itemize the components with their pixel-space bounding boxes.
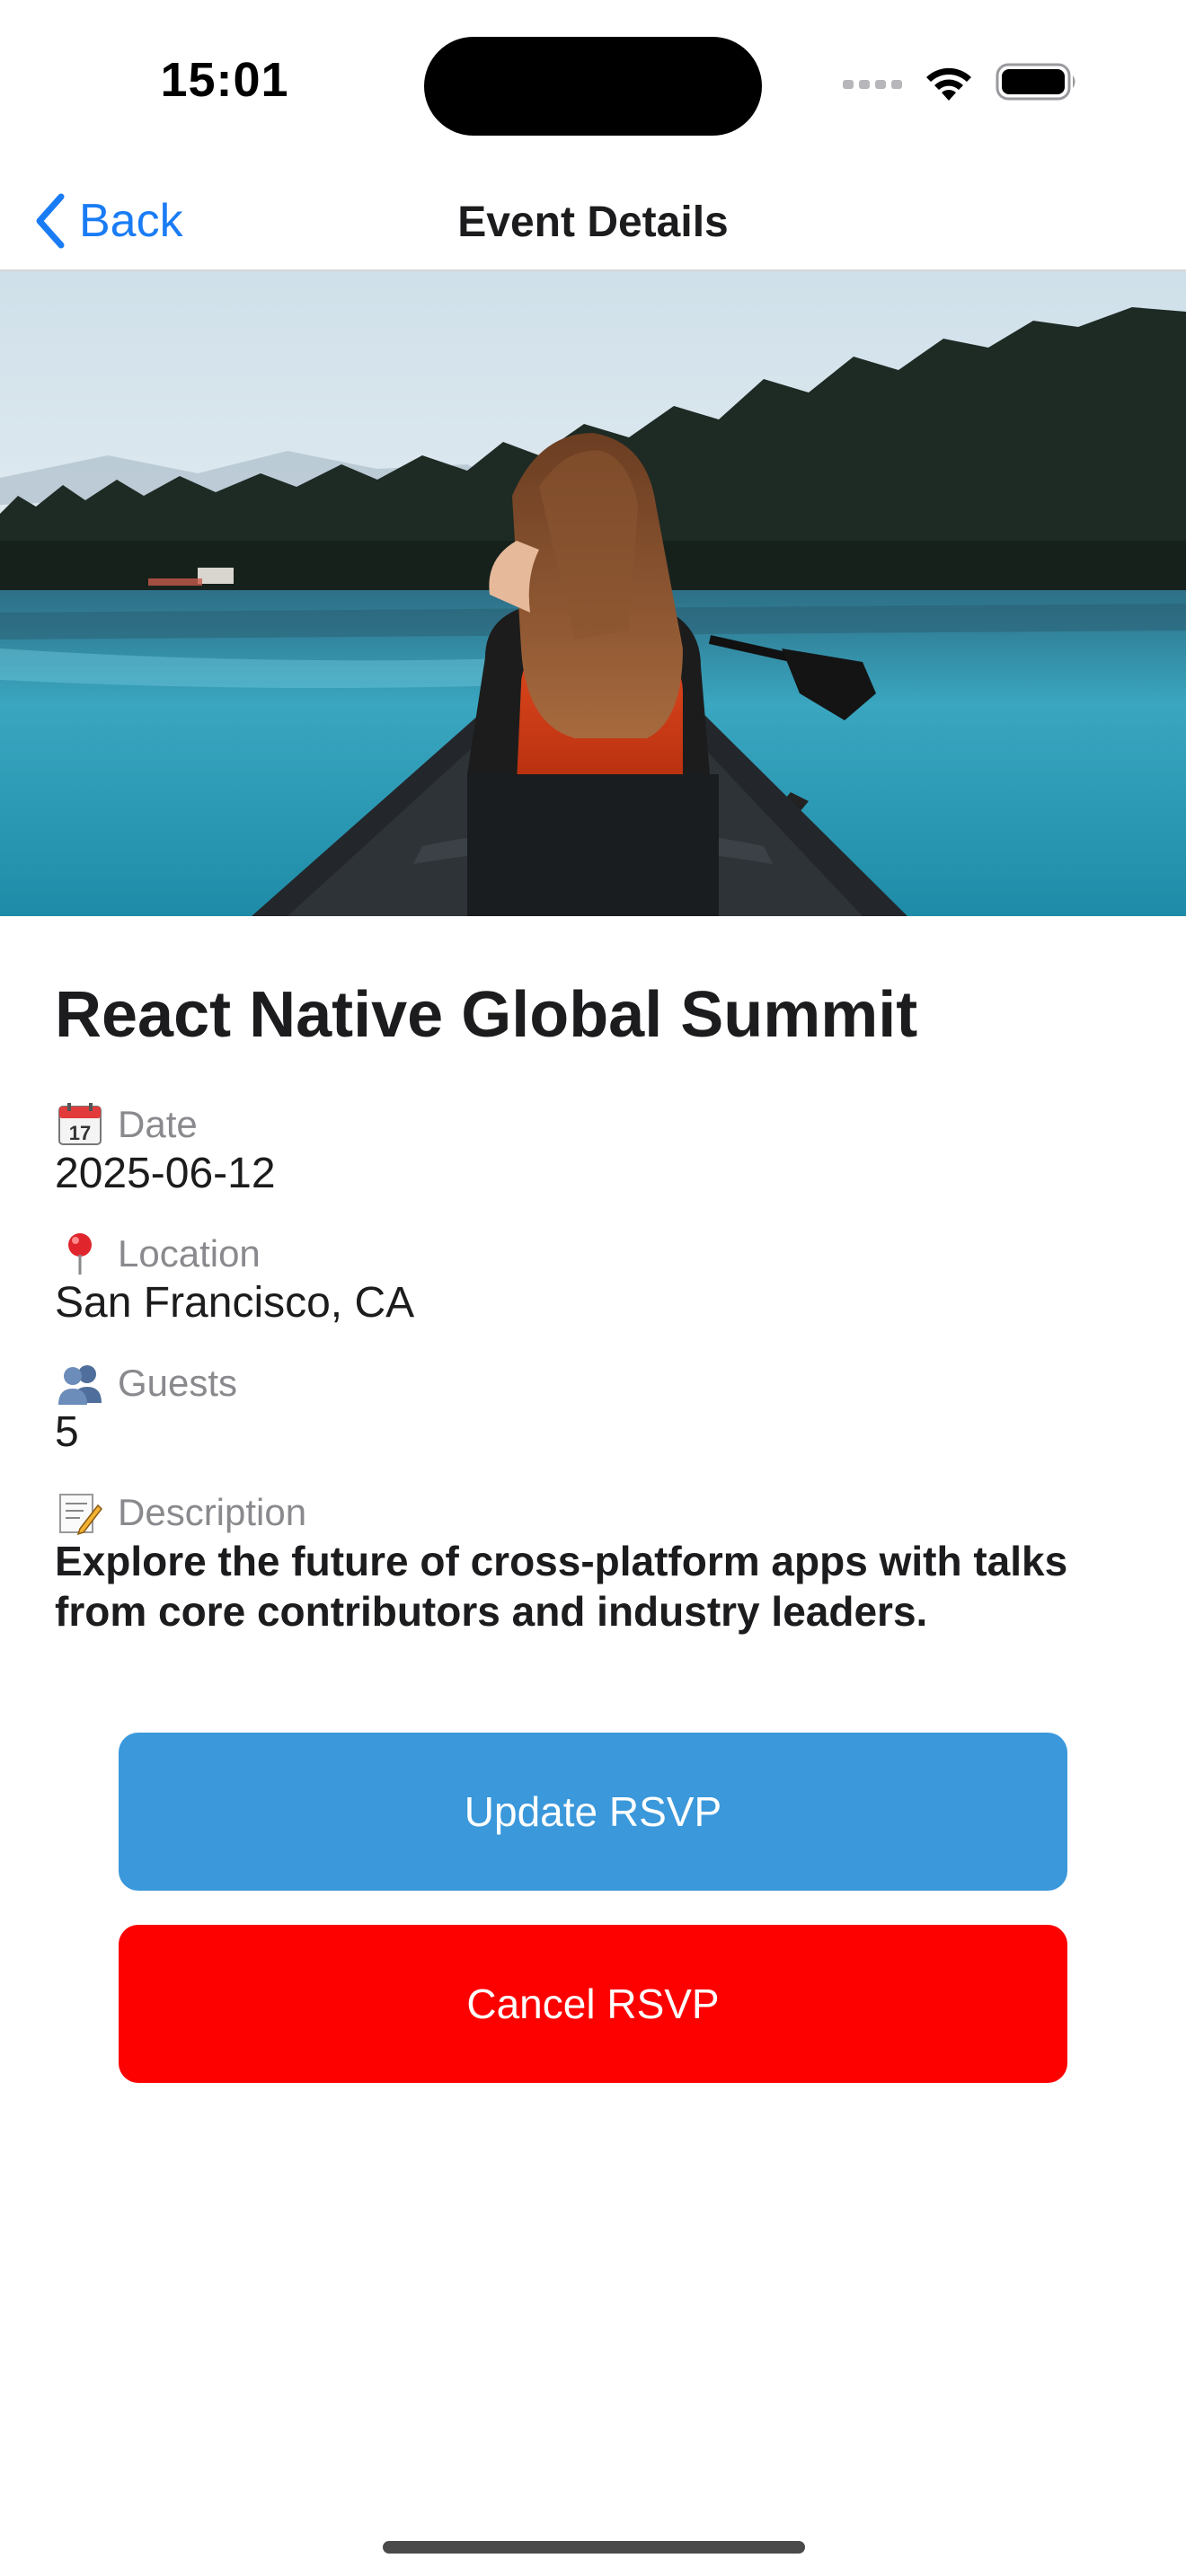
home-indicator[interactable] bbox=[383, 2541, 805, 2554]
guests-label: Guests bbox=[118, 1362, 238, 1404]
guests-field: Guests 5 bbox=[55, 1360, 1133, 1459]
update-rsvp-label: Update RSVP bbox=[464, 1788, 722, 1835]
cancel-rsvp-button[interactable]: Cancel RSVP bbox=[119, 1925, 1067, 2083]
description-label: Description bbox=[118, 1491, 307, 1533]
svg-text:17: 17 bbox=[69, 1122, 91, 1144]
event-details-screen: 15:01 Back Event Details React Native Gl… bbox=[0, 0, 1186, 2576]
cancel-rsvp-label: Cancel RSVP bbox=[466, 1981, 720, 2027]
calendar-icon: 17 bbox=[55, 1101, 105, 1148]
event-details: React Native Global Summit 17 Date 2025-… bbox=[55, 970, 1133, 1667]
cellular-signal-icon bbox=[843, 79, 902, 89]
location-field: Location San Francisco, CA bbox=[55, 1231, 1133, 1329]
dynamic-island bbox=[424, 37, 762, 136]
update-rsvp-button[interactable]: Update RSVP bbox=[119, 1733, 1067, 1891]
pin-icon bbox=[55, 1231, 105, 1277]
location-value: San Francisco, CA bbox=[55, 1279, 415, 1327]
page-title: Event Details bbox=[457, 198, 729, 246]
description-field: Description Explore the future of cross-… bbox=[55, 1489, 1133, 1636]
guests-value: 5 bbox=[55, 1408, 79, 1456]
memo-icon bbox=[55, 1489, 105, 1536]
status-bar: 15:01 bbox=[0, 0, 1186, 171]
event-title: React Native Global Summit bbox=[55, 979, 918, 1051]
status-icons bbox=[843, 61, 1078, 107]
location-label: Location bbox=[118, 1232, 261, 1275]
date-label: Date bbox=[118, 1103, 198, 1145]
battery-icon bbox=[996, 62, 1078, 106]
date-field: 17 Date 2025-06-12 bbox=[55, 1101, 1133, 1200]
status-time: 15:01 bbox=[160, 53, 289, 107]
description-value: Explore the future of cross-platform app… bbox=[55, 1538, 1068, 1635]
navigation-bar: Back Event Details bbox=[0, 171, 1186, 271]
date-value: 2025-06-12 bbox=[55, 1150, 276, 1197]
guests-icon bbox=[55, 1360, 105, 1407]
event-hero-image bbox=[0, 271, 1186, 916]
wifi-icon bbox=[922, 61, 976, 107]
